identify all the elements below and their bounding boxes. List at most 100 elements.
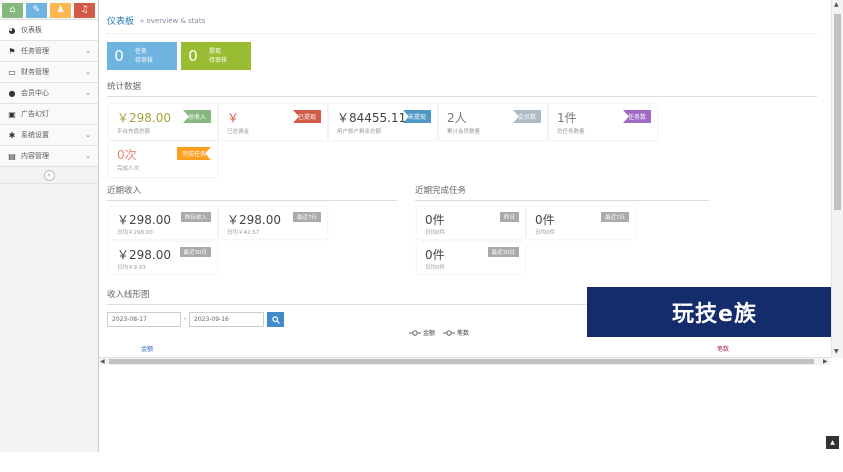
- dashboard-icon: ◕: [8, 25, 16, 35]
- sidebar-item-ads[interactable]: ▣ 广告幻灯: [0, 104, 98, 125]
- horizontal-scrollbar[interactable]: ◀ ▶: [99, 357, 831, 365]
- stat-value: 2人: [447, 111, 467, 125]
- recent-income-title: 近期收入: [107, 184, 397, 201]
- income-value: ￥298.00: [117, 248, 171, 262]
- sidebar-item-label: 仪表板: [21, 26, 42, 34]
- stat-badge: 完成任务: [177, 147, 211, 160]
- income-card-30days: ￥298.00 日均￥9.93 最近30日: [109, 242, 217, 274]
- income-line-chart: 金额 笔数: [99, 336, 832, 358]
- task-value: 0件: [425, 213, 445, 227]
- sidebar-item-finance[interactable]: ▭ 财务管理 ⌄: [0, 62, 98, 83]
- user-icon: ●: [8, 88, 16, 98]
- income-badge: 最近7日: [293, 212, 321, 222]
- stat-card-members: 2人 累计会员数量 会员数: [439, 104, 547, 140]
- tile-value: 0: [114, 47, 124, 65]
- stat-card-unwithdrawn: ￥84455.11 用户账户剩余总额 未提现: [329, 104, 437, 140]
- stat-value: 0次: [117, 148, 137, 162]
- vertical-scrollbar[interactable]: ▲ ▼: [831, 0, 843, 358]
- users-icon: ♟: [56, 5, 65, 15]
- task-value: 0件: [425, 248, 445, 262]
- recent-tasks-title: 近期完成任务: [415, 184, 709, 201]
- sidebar-collapse: «: [0, 167, 98, 184]
- shortcut-users-button[interactable]: ♟: [50, 3, 71, 18]
- scroll-down-icon[interactable]: ▼: [834, 348, 839, 355]
- shortcut-home-button[interactable]: ⌂: [2, 3, 23, 18]
- vertical-scroll-thumb[interactable]: [834, 14, 841, 210]
- shortcut-bell-button[interactable]: ♫: [74, 3, 95, 18]
- sidebar-item-members[interactable]: ● 会员中心 ⌄: [0, 83, 98, 104]
- inbox-icon: ▭: [8, 67, 16, 77]
- stat-card-withdrawn: ￥ 已总佣金 已提现: [219, 104, 327, 140]
- stat-badge: 已提现: [292, 110, 321, 123]
- back-to-top-button[interactable]: ▲: [826, 436, 839, 449]
- sidebar-item-label: 会员中心: [21, 89, 49, 97]
- gear-icon: ✱: [8, 130, 16, 140]
- sidebar-item-tasks[interactable]: ⚑ 任务管理 ⌄: [0, 41, 98, 62]
- chevron-down-icon: ⌄: [85, 68, 91, 76]
- sidebar-item-label: 任务管理: [21, 47, 49, 55]
- income-card-yesterday: ￥298.00 日均￥298.00 昨日收入: [109, 207, 217, 239]
- pencil-icon: ✎: [32, 5, 41, 15]
- income-value: ￥298.00: [227, 213, 281, 227]
- chevron-up-icon: ▲: [830, 439, 835, 446]
- task-badge: 昨日: [499, 212, 519, 222]
- scroll-up-icon[interactable]: ▲: [834, 1, 839, 8]
- date-to-input[interactable]: 2023-09-16: [189, 312, 264, 327]
- search-button[interactable]: [267, 312, 284, 327]
- stat-badge: 未提现: [402, 110, 431, 123]
- tile-withdraw-pending[interactable]: 0 提现 待审核: [181, 42, 251, 70]
- task-value: 0件: [535, 213, 555, 227]
- date-separator: -: [184, 315, 187, 323]
- stat-caption: 平台充值总额: [117, 129, 151, 135]
- page-title: 仪表板: [107, 17, 135, 27]
- stat-card-completed: 0次 完成人次 完成任务: [109, 141, 217, 177]
- task-badge: 最近7日: [601, 212, 629, 222]
- stat-caption: 用户账户剩余总额: [337, 129, 382, 135]
- tile-value: 0: [188, 47, 198, 65]
- sidebar-item-content[interactable]: ▤ 内容管理 ⌄: [0, 146, 98, 167]
- home-icon: ⌂: [9, 5, 16, 15]
- horizontal-scroll-thumb[interactable]: [109, 359, 814, 364]
- sidebar-item-label: 内容管理: [21, 152, 49, 160]
- stat-card-tasks: 1件 总任务数量 任务数: [549, 104, 657, 140]
- shortcut-edit-button[interactable]: ✎: [26, 3, 47, 18]
- tile-sublabel: 待审核: [209, 57, 228, 64]
- legend-marker-icon: [443, 329, 456, 336]
- y-axis-left-label: 金额: [141, 346, 154, 353]
- tile-tasks-pending[interactable]: 0 任务待审核: [107, 42, 177, 70]
- collapse-sidebar-button[interactable]: «: [43, 169, 55, 181]
- bell-icon: ♫: [80, 5, 89, 15]
- page-header: 仪表板 » overview & stats: [107, 8, 817, 34]
- watermark-logo: 玩技e族: [587, 287, 842, 337]
- sidebar-item-dashboard[interactable]: ◕ 仪表板: [0, 20, 98, 41]
- sidebar-item-label: 广告幻灯: [21, 110, 49, 118]
- page-subtitle: » overview & stats: [140, 16, 206, 25]
- chevron-down-icon: ⌄: [85, 89, 91, 97]
- task-caption: 日均0件: [425, 265, 445, 271]
- tile-sublabel: 待审核: [135, 57, 154, 64]
- stat-caption: 完成人次: [117, 166, 140, 172]
- sidebar-item-settings[interactable]: ✱ 系统设置 ⌄: [0, 125, 98, 146]
- sidebar: ⌂ ✎ ♟ ♫ ◕ 仪表板 ⚑ 任务管理 ⌄ ▭ 财务管理 ⌄ ● 会员中心 ⌄…: [0, 0, 99, 452]
- sidebar-item-label: 系统设置: [21, 131, 49, 139]
- stat-value: ￥298.00: [117, 111, 171, 125]
- stat-caption: 已总佣金: [227, 129, 250, 135]
- income-value: ￥298.00: [117, 213, 171, 227]
- chevron-down-icon: ⌄: [85, 131, 91, 139]
- stat-caption: 累计会员数量: [447, 129, 481, 135]
- scroll-left-icon[interactable]: ◀: [100, 358, 105, 365]
- sidebar-shortcuts: ⌂ ✎ ♟ ♫: [0, 0, 98, 20]
- task-card-7days: 0件 日均0件 最近7日: [527, 207, 635, 239]
- y-axis-right-label: 笔数: [717, 346, 730, 353]
- main-content: 仪表板 » overview & stats 0 任务待审核 0 提现 待审核 统…: [99, 0, 832, 452]
- stat-card-total-income: ￥298.00 平台充值总额 总收入: [109, 104, 217, 140]
- date-from-input[interactable]: 2023-08-17: [107, 312, 181, 327]
- scroll-right-icon[interactable]: ▶: [823, 358, 828, 365]
- income-badge: 昨日收入: [180, 212, 211, 222]
- tile-label: 任务: [135, 48, 148, 55]
- flag-icon: ⚑: [8, 46, 16, 56]
- stats-section-title: 统计数据: [107, 80, 817, 97]
- task-card-30days: 0件 日均0件 最近30日: [417, 242, 525, 274]
- income-badge: 最近30日: [179, 247, 211, 257]
- chevron-down-icon: ⌄: [85, 47, 91, 55]
